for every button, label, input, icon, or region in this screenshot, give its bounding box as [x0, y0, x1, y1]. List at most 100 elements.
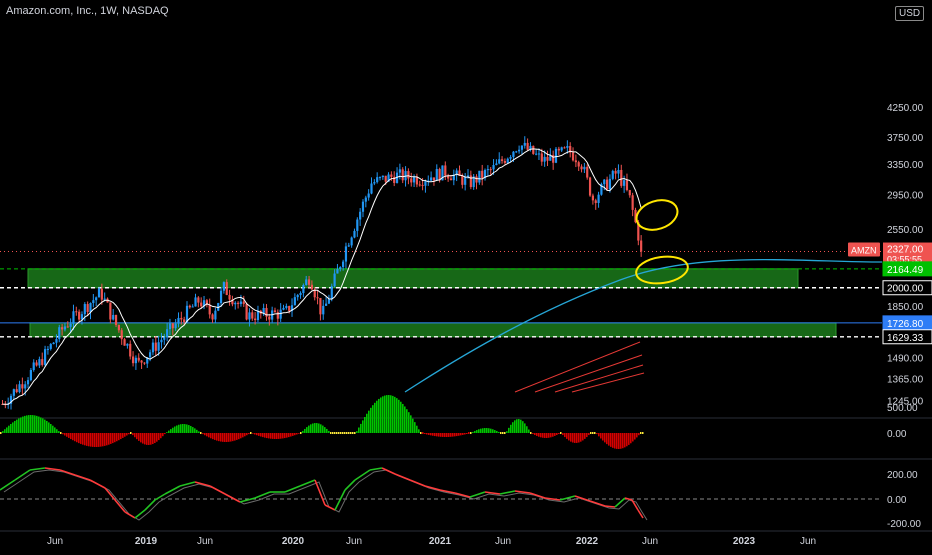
histogram-bar	[324, 427, 326, 433]
osc-line-segment	[514, 490, 531, 494]
histogram-bar	[210, 433, 212, 439]
histogram-bar	[414, 422, 416, 433]
candle-body	[640, 240, 643, 252]
candle-body	[43, 349, 47, 365]
histogram-bar	[156, 433, 158, 442]
histogram-bar	[386, 395, 388, 433]
candle-body	[390, 174, 393, 177]
histogram-bar	[376, 400, 378, 433]
candle-body	[574, 160, 577, 163]
histogram-dot	[330, 432, 332, 434]
histogram-bar	[290, 433, 292, 437]
chart-canvas[interactable]: 4250.00 3750.00 3350.00 2950.00 2550.00 1850.…	[0, 0, 932, 550]
histogram-bar	[44, 419, 46, 433]
histogram-bar	[122, 433, 124, 438]
histogram-bar	[160, 433, 162, 439]
x-tick-label: 2022	[576, 536, 599, 547]
candle-body	[344, 246, 348, 262]
candle-body	[367, 193, 370, 198]
candle-body	[83, 304, 86, 315]
highlight-circle-upper	[635, 199, 679, 231]
candle-body	[353, 230, 356, 238]
candle-body	[69, 323, 72, 327]
candle-body	[605, 179, 609, 190]
candle-body	[475, 176, 478, 183]
candle-body	[26, 380, 30, 385]
histogram-bar	[574, 433, 576, 443]
candle-body	[378, 177, 382, 179]
candle-body	[401, 169, 404, 181]
candle-body	[254, 318, 257, 321]
candle-body	[503, 161, 507, 163]
candle-body	[191, 306, 194, 308]
histogram-bar	[170, 429, 172, 433]
candle-body	[305, 279, 308, 286]
osc-line-segment	[637, 509, 644, 519]
histogram-bar	[358, 427, 360, 433]
osc-line-segment	[74, 474, 91, 481]
histogram-bar	[382, 396, 384, 433]
histogram-bar	[180, 424, 182, 433]
candle-body	[594, 200, 597, 203]
histogram-bar	[262, 433, 264, 438]
histogram-dot	[590, 432, 592, 434]
histogram-bar	[528, 429, 530, 433]
y-tick-label: 4250.00	[887, 103, 924, 114]
histogram-bar	[238, 433, 240, 440]
histogram-bar	[264, 433, 266, 438]
level-tag-value: 2000.00	[887, 284, 924, 295]
histogram-bar	[90, 433, 92, 447]
histogram-bar	[532, 433, 534, 435]
histogram-bar	[52, 425, 54, 433]
histogram-bar	[570, 433, 572, 442]
histogram-bar	[638, 433, 640, 436]
histogram-bar	[464, 433, 466, 435]
histogram-bar	[84, 433, 86, 446]
currency-badge[interactable]: USD	[895, 6, 925, 21]
histogram-bar	[154, 433, 156, 444]
histogram-bar	[234, 433, 236, 441]
histogram-bar	[522, 421, 524, 433]
histogram-bar	[272, 433, 274, 439]
candle-body	[608, 178, 612, 190]
candle-body	[129, 343, 132, 357]
histogram-dot	[340, 432, 342, 434]
x-tick-label: Jun	[495, 536, 511, 547]
candle-body	[580, 166, 583, 170]
candle-body	[359, 211, 362, 220]
histogram-bar	[252, 433, 254, 434]
histogram-dot	[0, 432, 2, 434]
histogram-bar	[428, 433, 430, 435]
histogram-bar	[444, 433, 446, 437]
candle-body	[242, 301, 245, 304]
candle-body	[330, 286, 333, 300]
histogram-bar	[370, 407, 372, 433]
osc-line-segment	[344, 479, 356, 491]
histogram-bar	[162, 433, 164, 437]
candle-body	[347, 245, 350, 247]
histogram-bar	[124, 433, 126, 437]
histogram-bar	[76, 433, 78, 443]
candle-body	[623, 180, 626, 186]
histogram-dot	[504, 432, 506, 434]
histogram-bar	[284, 433, 286, 439]
osc-line-segment	[104, 487, 116, 501]
histogram-bar	[426, 433, 428, 435]
histogram-bar	[294, 433, 296, 436]
candle-body	[38, 359, 41, 366]
candle-body	[566, 146, 569, 148]
osc-line-segment	[604, 505, 616, 508]
histogram-bar	[184, 424, 186, 433]
candle-body	[554, 148, 558, 163]
histogram-bar	[68, 433, 70, 438]
y-tick-label: 1365.00	[887, 375, 924, 386]
histogram-bar	[126, 433, 128, 436]
osc-y-tick: 0.00	[887, 495, 907, 506]
candle-body	[166, 329, 169, 338]
osc-line-segment	[14, 469, 31, 481]
osc-line-segment	[529, 492, 546, 499]
candle-body	[628, 190, 631, 196]
histogram-bar	[70, 433, 72, 440]
histogram-bar	[148, 433, 150, 445]
histogram-dot	[200, 432, 202, 434]
